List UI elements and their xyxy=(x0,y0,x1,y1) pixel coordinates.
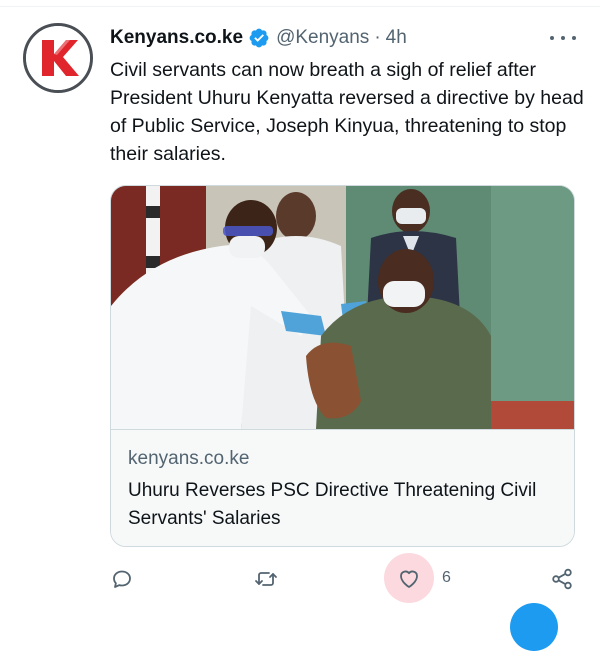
reply-button[interactable] xyxy=(110,555,134,603)
compose-fab-partial[interactable] xyxy=(510,603,558,651)
more-icon[interactable] xyxy=(550,28,576,48)
card-meta: kenyans.co.ke Uhuru Reverses PSC Directi… xyxy=(111,429,574,546)
avatar[interactable] xyxy=(23,23,93,93)
top-divider xyxy=(0,6,600,7)
like-icon xyxy=(397,567,421,589)
tweet-header: Kenyans.co.ke @Kenyans · 4h xyxy=(110,24,407,52)
card-domain: kenyans.co.ke xyxy=(128,448,250,469)
retweet-button[interactable] xyxy=(253,555,279,603)
share-button[interactable] xyxy=(550,555,574,603)
verified-badge-icon xyxy=(248,27,270,49)
timestamp[interactable]: 4h xyxy=(386,27,407,49)
reply-icon xyxy=(110,567,134,591)
separator-dot: · xyxy=(374,27,381,48)
share-icon xyxy=(550,567,574,591)
tweet-text: Civil servants can now breath a sigh of … xyxy=(110,59,584,165)
card-title: Uhuru Reverses PSC Directive Threatening… xyxy=(128,480,537,529)
like-count: 6 xyxy=(442,569,451,586)
like-highlight xyxy=(384,553,434,603)
retweet-icon xyxy=(253,567,279,591)
action-bar: 6 xyxy=(0,553,600,605)
kenyans-logo xyxy=(26,26,90,90)
display-name[interactable]: Kenyans.co.ke xyxy=(110,27,243,49)
card-image xyxy=(111,186,574,429)
like-button[interactable]: 6 xyxy=(384,553,451,603)
user-handle[interactable]: @Kenyans xyxy=(276,27,369,49)
link-card[interactable]: kenyans.co.ke Uhuru Reverses PSC Directi… xyxy=(110,185,575,547)
